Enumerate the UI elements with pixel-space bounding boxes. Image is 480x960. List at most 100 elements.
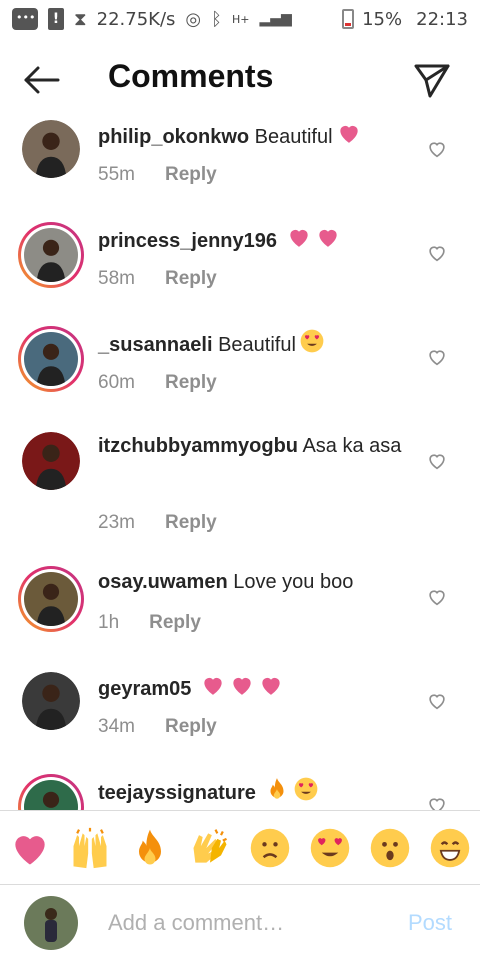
header: Comments (0, 44, 480, 116)
share-button[interactable] (410, 60, 454, 100)
comment-text: Asa ka asa (298, 435, 402, 457)
reply-button[interactable]: Reply (165, 268, 217, 290)
avatar[interactable] (18, 774, 84, 810)
arrow-left-icon (24, 66, 60, 94)
reply-button[interactable]: Reply (165, 512, 217, 534)
comment-username[interactable]: itzchubbyammyogbu (98, 435, 298, 457)
clock: 22:13 (416, 8, 468, 30)
comment-meta: 1h Reply (98, 612, 201, 634)
hourglass-icon: ⧗ (74, 8, 87, 30)
comment-body: teejayssignature (98, 776, 408, 810)
like-comment-button[interactable] (426, 794, 448, 810)
back-button[interactable] (20, 60, 64, 100)
like-comment-button[interactable] (426, 586, 448, 608)
message-icon (12, 8, 38, 30)
comment-body: _susannaeli Beautiful (98, 328, 408, 362)
comment-body: geyram05 (98, 672, 408, 706)
heart-eyes-emoji-button[interactable] (308, 826, 352, 870)
post-button[interactable]: Post (408, 910, 452, 936)
comment-text (277, 230, 283, 252)
heart-eyes-emoji (299, 328, 325, 362)
heart-outline-icon (429, 246, 445, 262)
avatar[interactable] (18, 222, 84, 288)
heart-outline-icon (429, 142, 445, 158)
comment-username[interactable]: _susannaeli (98, 334, 213, 356)
network-type: H+ (231, 12, 250, 26)
comment-username[interactable]: teejayssignature (98, 782, 256, 804)
reply-button[interactable]: Reply (165, 164, 217, 186)
bluetooth-icon: ᛒ (211, 8, 222, 30)
comment-timestamp: 23m (98, 512, 135, 533)
avatar[interactable] (22, 432, 80, 490)
heart-eyes-emoji (293, 776, 319, 810)
avatar (24, 896, 78, 950)
sad-face-emoji-button[interactable] (248, 826, 292, 870)
heart-emoji (258, 672, 284, 706)
heart-outline-icon (429, 590, 445, 606)
comment-text (256, 782, 262, 804)
heart-outline-icon (429, 798, 445, 810)
comment-timestamp: 34m (98, 716, 135, 737)
comment-text (191, 678, 197, 700)
heart-outline-icon (429, 454, 445, 470)
heart-emoji (229, 672, 255, 706)
comment-meta: 60m Reply (98, 372, 217, 394)
heart-outline-icon (429, 694, 445, 710)
divider (0, 884, 480, 885)
heart-emoji (336, 120, 362, 154)
comment-body: itzchubbyammyogbu Asa ka asa (98, 432, 408, 460)
comment-input[interactable] (108, 906, 388, 940)
hotspot-icon: ◎ (185, 8, 202, 30)
like-comment-button[interactable] (426, 450, 448, 472)
comment-timestamp: 55m (98, 164, 135, 185)
heart-emoji (315, 224, 341, 258)
clapping-hands-emoji-button[interactable] (188, 826, 232, 870)
avatar[interactable] (18, 326, 84, 392)
comment-text: Love you boo (227, 571, 354, 593)
alert-icon: ! (48, 8, 64, 30)
comment-meta: 55m Reply (98, 164, 217, 186)
comment-composer: Post (0, 886, 480, 960)
avatar[interactable] (22, 120, 80, 178)
like-comment-button[interactable] (426, 138, 448, 160)
heart-emoji-button[interactable] (8, 826, 52, 870)
comment-body: princess_jenny196 (98, 224, 408, 258)
like-comment-button[interactable] (426, 242, 448, 264)
avatar[interactable] (22, 672, 80, 730)
heart-emoji (286, 224, 312, 258)
fire-emoji (264, 776, 290, 810)
status-bar: ! ⧗ 22.75K/s ◎ ᛒ H+ ▂▄▆ 15% 22:13 (0, 0, 480, 38)
grinning-face-emoji-button[interactable] (428, 826, 472, 870)
comment-meta: 23m Reply (98, 512, 217, 534)
like-comment-button[interactable] (426, 690, 448, 712)
page-title: Comments (108, 58, 274, 94)
divider (0, 810, 480, 811)
comment-username[interactable]: osay.uwamen (98, 571, 228, 593)
signal-icon: ▂▄▆ (259, 11, 292, 27)
raised-hands-emoji-button[interactable] (68, 826, 112, 870)
comment-text: Beautiful (212, 334, 296, 356)
comment-body: philip_okonkwo Beautiful (98, 120, 408, 154)
comment-username[interactable]: princess_jenny196 (98, 230, 277, 252)
battery-level: 15% (362, 8, 403, 30)
reply-button[interactable]: Reply (149, 612, 201, 634)
comment-timestamp: 58m (98, 268, 135, 289)
heart-emoji (200, 672, 226, 706)
like-comment-button[interactable] (426, 346, 448, 368)
heart-outline-icon (429, 350, 445, 366)
battery-icon (342, 9, 355, 29)
reply-button[interactable]: Reply (165, 716, 217, 738)
comment-username[interactable]: geyram05 (98, 678, 191, 700)
fire-emoji-button[interactable] (128, 826, 172, 870)
comment-username[interactable]: philip_okonkwo (98, 126, 249, 148)
comment-list: philip_okonkwo Beautiful 55m Reply princess… (0, 116, 480, 810)
comment-text: Beautiful (249, 126, 333, 148)
reply-button[interactable]: Reply (165, 372, 217, 394)
network-speed: 22.75K/s (96, 8, 176, 30)
avatar[interactable] (18, 566, 84, 632)
surprised-face-emoji-button[interactable] (368, 826, 412, 870)
emoji-quick-bar (0, 820, 480, 880)
comment-meta: 34m Reply (98, 716, 217, 738)
comment-meta: 58m Reply (98, 268, 217, 290)
comment-body: osay.uwamen Love you boo (98, 568, 408, 596)
